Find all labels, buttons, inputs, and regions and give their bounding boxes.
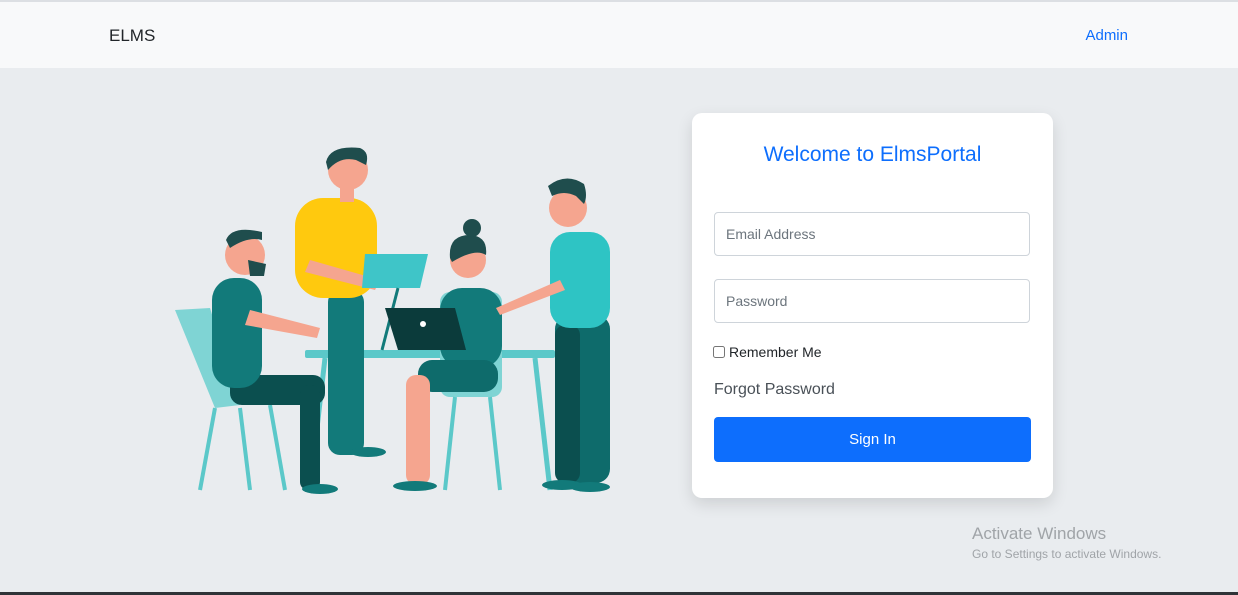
chair-leg <box>488 396 502 491</box>
remember-me-label: Remember Me <box>729 344 822 360</box>
sign-in-button[interactable]: Sign In <box>714 417 1031 462</box>
person-left-shoe <box>302 484 338 494</box>
person-woman-leg <box>406 375 430 485</box>
person-woman-shoe <box>393 481 437 491</box>
person-yellow-legs <box>328 290 364 455</box>
person-right-shirt <box>550 232 610 328</box>
login-title: Welcome to ElmsPortal <box>763 143 982 166</box>
remember-me: Remember Me <box>713 344 822 360</box>
login-page: ELMS Admin Welcome to ElmsPortal Email A… <box>0 0 1238 595</box>
login-card: Welcome to ElmsPortal Remember Me Forgot… <box>692 113 1053 498</box>
team-illustration <box>175 147 610 494</box>
laptop-logo <box>420 321 426 327</box>
chair-leg <box>268 404 287 491</box>
tablet-screen <box>362 254 428 288</box>
email-field[interactable] <box>714 212 1030 256</box>
person-left-shin <box>300 385 320 490</box>
chair-leg <box>443 396 457 491</box>
forgot-password-link[interactable]: Forgot Password <box>714 381 835 399</box>
watermark-title: Activate Windows <box>972 524 1107 543</box>
chair-leg <box>198 407 217 491</box>
activate-windows-watermark: Activate Windows Go to Settings to activ… <box>972 524 1161 561</box>
password-field[interactable] <box>714 279 1030 323</box>
admin-link[interactable]: Admin <box>1085 27 1128 44</box>
watermark-subtitle: Go to Settings to activate Windows. <box>972 547 1162 561</box>
person-right-shoe <box>570 482 610 492</box>
person-woman-bun <box>463 219 481 237</box>
brand-link[interactable]: ELMS <box>109 26 155 46</box>
navbar: ELMS Admin <box>0 2 1238 68</box>
person-yellow-neck <box>340 186 354 202</box>
table-leg <box>532 357 553 491</box>
person-yellow-shoe <box>350 447 386 457</box>
person-left-body <box>212 278 262 388</box>
remember-me-checkbox[interactable] <box>713 346 725 358</box>
person-right-legs-dark <box>555 325 580 483</box>
chair-leg <box>238 407 252 491</box>
laptop <box>385 308 466 350</box>
